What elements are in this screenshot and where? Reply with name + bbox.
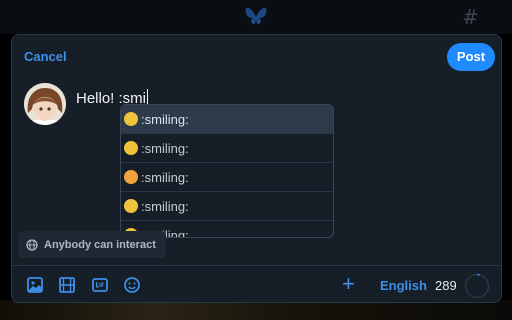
character-progress-ring bbox=[464, 273, 490, 299]
compose-modal: Cancel Post Hello! :smi :smiling: :smili… bbox=[11, 34, 502, 303]
emoji-icon bbox=[124, 141, 138, 155]
background-feed bbox=[0, 300, 512, 320]
autocomplete-item-label: :smiling: bbox=[141, 198, 189, 214]
add-thread-button[interactable]: + bbox=[342, 272, 355, 296]
emoji-icon bbox=[124, 112, 138, 126]
autocomplete-item[interactable]: :smiling: bbox=[121, 192, 333, 221]
emoji-icon bbox=[124, 199, 138, 213]
avatar bbox=[24, 83, 66, 125]
emoji-icon bbox=[124, 170, 138, 184]
emoji-icon[interactable] bbox=[123, 276, 141, 294]
gif-icon[interactable] bbox=[91, 276, 109, 294]
post-button[interactable]: Post bbox=[447, 43, 495, 71]
video-icon[interactable] bbox=[58, 276, 76, 294]
interaction-settings-button[interactable]: Anybody can interact bbox=[18, 231, 166, 258]
autocomplete-item-label: :smiling: bbox=[141, 111, 189, 127]
autocomplete-item[interactable]: :smiling: bbox=[121, 105, 333, 134]
toolbar-divider bbox=[12, 265, 501, 266]
butterfly-logo-icon bbox=[245, 7, 267, 25]
image-icon[interactable] bbox=[26, 276, 44, 294]
interaction-settings-label: Anybody can interact bbox=[44, 238, 156, 251]
autocomplete-item[interactable]: :smiling: bbox=[121, 134, 333, 163]
hashtag-icon[interactable]: # bbox=[462, 5, 479, 29]
emoji-autocomplete-dropdown: :smiling: :smiling: :smiling: :smiling: … bbox=[120, 104, 334, 238]
autocomplete-item-label: :smiling: bbox=[141, 140, 189, 156]
globe-icon bbox=[26, 238, 38, 251]
character-count: 289 bbox=[435, 278, 457, 293]
cancel-button[interactable]: Cancel bbox=[24, 49, 67, 64]
language-selector[interactable]: English bbox=[380, 278, 427, 293]
autocomplete-item-label: :smiling: bbox=[141, 169, 189, 185]
autocomplete-item[interactable]: :smiling: bbox=[121, 163, 333, 192]
